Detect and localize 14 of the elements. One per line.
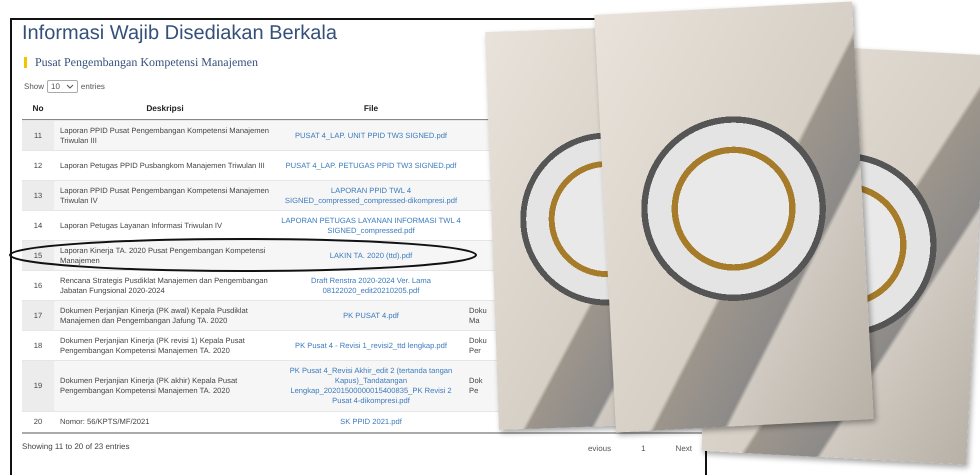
pagination-link[interactable]: Next xyxy=(676,444,692,453)
entries-select[interactable]: 10 xyxy=(47,80,78,93)
pagination-link[interactable]: 1 xyxy=(641,444,646,453)
section-title: Pusat Pengembangan Kompetensi Manajemen xyxy=(35,55,258,70)
section-marker xyxy=(24,57,27,68)
entries-label: entries xyxy=(80,82,105,91)
column-header[interactable]: No xyxy=(22,103,54,113)
pagination-link[interactable]: evious xyxy=(588,444,612,453)
page-title: Informasi Wajib Disediakan Berkala xyxy=(22,22,338,45)
chevron-icon xyxy=(66,84,74,89)
column-header[interactable]: Deskripsi xyxy=(54,103,276,113)
show-label: Show xyxy=(24,82,44,91)
column-header[interactable]: File xyxy=(276,103,466,113)
entries-info: Showing 11 to 20 of 23 entries xyxy=(22,442,130,453)
